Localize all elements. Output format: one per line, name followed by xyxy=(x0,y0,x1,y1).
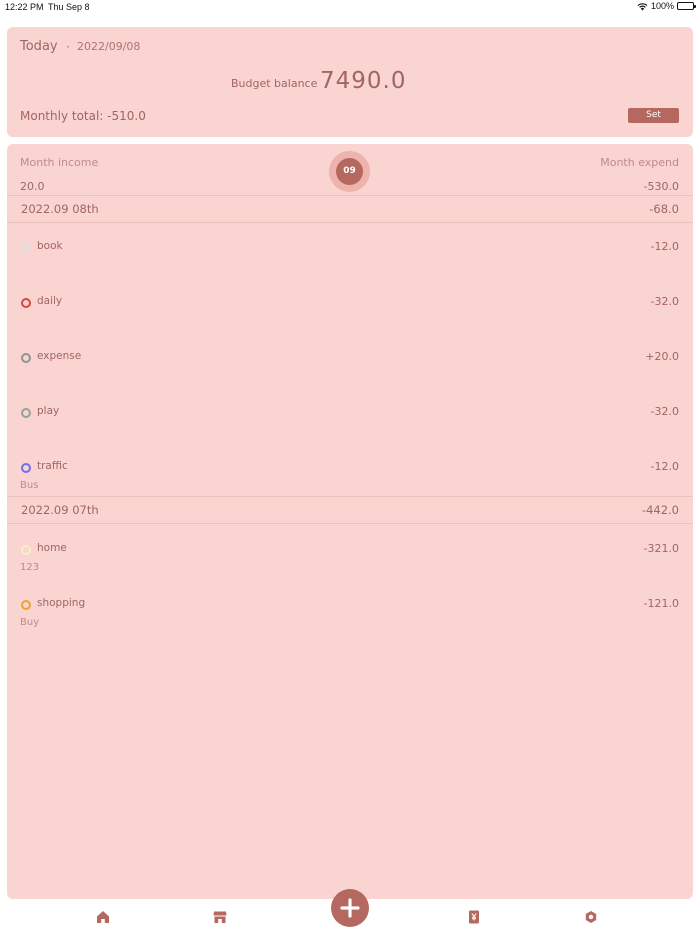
today-date: 2022/09/08 xyxy=(77,40,141,53)
budget-balance-label: Budget balance xyxy=(231,77,318,90)
entry-category: home xyxy=(37,542,67,554)
entry-amount: +20.0 xyxy=(645,350,679,363)
entry-note: Buy xyxy=(20,617,40,628)
entry-amount: -32.0 xyxy=(650,295,679,308)
home-icon[interactable] xyxy=(96,910,110,924)
entry-amount: -12.0 xyxy=(650,240,679,253)
list-item[interactable]: traffic -12.0 Bus xyxy=(7,460,693,500)
store-icon[interactable] xyxy=(213,910,227,924)
set-budget-button[interactable]: Set xyxy=(628,108,679,123)
day-header-date: 2022.09 08th xyxy=(21,202,99,216)
add-record-button[interactable] xyxy=(331,889,369,927)
budget-card: Today · 2022/09/08 Budget balance 7490.0… xyxy=(7,27,693,137)
divider xyxy=(7,222,693,223)
day-header-total: -68.0 xyxy=(649,202,679,216)
divider xyxy=(7,195,693,196)
entry-note: Bus xyxy=(20,480,39,491)
list-item[interactable]: home -321.0 123 xyxy=(7,542,693,582)
entry-category: daily xyxy=(37,295,63,307)
entry-category: book xyxy=(37,240,63,252)
category-dot-icon xyxy=(21,353,31,363)
status-right: 100% xyxy=(637,1,696,11)
list-item[interactable]: shopping -121.0 Buy xyxy=(7,597,693,637)
category-dot-icon xyxy=(21,600,31,610)
list-item[interactable]: daily -32.0 xyxy=(7,295,693,335)
month-income-value: 20.0 xyxy=(20,180,45,193)
month-expend-value: -530.0 xyxy=(643,180,679,193)
entry-amount: -121.0 xyxy=(643,597,679,610)
month-expend-label: Month expend xyxy=(600,156,679,169)
category-dot-icon xyxy=(21,545,31,555)
entry-category: play xyxy=(37,405,60,417)
category-dot-icon xyxy=(21,298,31,308)
day-header-date: 2022.09 07th xyxy=(21,503,99,517)
date-separator: · xyxy=(66,40,70,54)
category-dot-icon xyxy=(21,243,31,253)
entry-amount: -12.0 xyxy=(650,460,679,473)
month-selector-button[interactable]: 09 xyxy=(329,151,370,192)
monthly-total: Monthly total: -510.0 xyxy=(20,109,146,123)
entry-amount: -321.0 xyxy=(643,542,679,555)
list-item[interactable]: expense +20.0 xyxy=(7,350,693,390)
battery-percent: 100% xyxy=(650,1,674,11)
divider xyxy=(7,523,693,524)
hexagon-settings-icon[interactable] xyxy=(584,910,598,924)
status-bar: 12:22 PM Thu Sep 8 100% xyxy=(0,0,700,16)
month-badge-label: 09 xyxy=(336,158,363,185)
day-header-total: -442.0 xyxy=(641,503,679,517)
entry-category: traffic xyxy=(37,460,68,472)
status-date: Thu Sep 8 xyxy=(48,2,90,12)
add-icon xyxy=(340,898,360,918)
entry-category: expense xyxy=(37,350,82,362)
category-dot-icon xyxy=(21,408,31,418)
battery-icon xyxy=(677,2,696,10)
list-item[interactable]: book -12.0 xyxy=(7,240,693,280)
list-item[interactable]: play -32.0 xyxy=(7,405,693,445)
yuan-book-icon[interactable] xyxy=(467,910,481,924)
entry-category: shopping xyxy=(37,597,86,609)
wifi-icon xyxy=(637,2,648,11)
status-time: 12:22 PM xyxy=(5,2,44,12)
entry-note: 123 xyxy=(20,562,40,573)
budget-balance-value: 7490.0 xyxy=(320,68,407,94)
category-dot-icon xyxy=(21,463,31,473)
entry-amount: -32.0 xyxy=(650,405,679,418)
divider xyxy=(7,496,693,497)
month-income-label: Month income xyxy=(20,156,99,169)
records-card: Month income Month expend 20.0 -530.0 09… xyxy=(7,144,693,899)
today-label: Today xyxy=(20,39,58,54)
